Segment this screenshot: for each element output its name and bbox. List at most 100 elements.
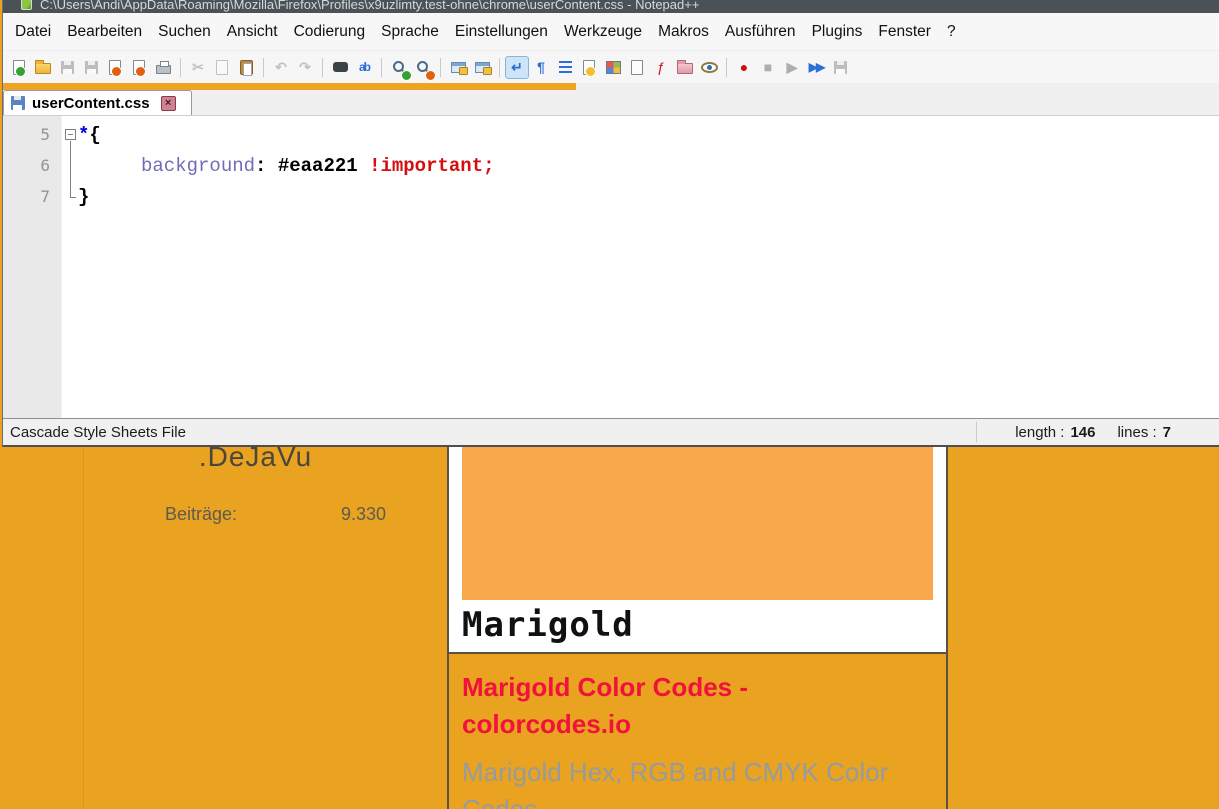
css-selector: * xyxy=(78,124,89,146)
toolbar-separator xyxy=(263,58,264,77)
status-separator xyxy=(976,422,977,442)
result-link-line2: colorcodes.io xyxy=(462,706,933,743)
css-hex-value: #eaa221 xyxy=(278,155,358,177)
save-macro-icon xyxy=(829,57,851,78)
toolbar-separator xyxy=(180,58,181,77)
lines-group: lines : 7 xyxy=(1117,424,1171,441)
toolbar-separator xyxy=(440,58,441,77)
function-list-icon[interactable]: ƒ xyxy=(650,57,672,78)
tab-close-icon[interactable]: × xyxy=(161,96,176,111)
code-area[interactable]: *{ background: #eaa221 !important; } xyxy=(78,116,1219,418)
paste-icon[interactable] xyxy=(235,57,257,78)
menu-plugins[interactable]: Plugins xyxy=(804,18,871,46)
menu-suchen[interactable]: Suchen xyxy=(150,18,219,46)
monitoring-icon[interactable] xyxy=(698,57,720,78)
code-line-5: *{ xyxy=(78,119,1219,150)
length-label: length : xyxy=(1015,424,1064,441)
tabbar-top-strip xyxy=(3,83,1219,90)
forum-posts-row: Beiträge: 9.330 xyxy=(165,504,386,525)
doctype-label: Cascade Style Sheets File xyxy=(10,424,186,441)
close-file-icon[interactable] xyxy=(104,57,126,78)
menu-einstellungen[interactable]: Einstellungen xyxy=(447,18,556,46)
menu-ausfuehren[interactable]: Ausführen xyxy=(717,18,804,46)
status-bar: Cascade Style Sheets File length : 146 l… xyxy=(3,418,1219,445)
folder-as-workspace-icon[interactable] xyxy=(674,57,696,78)
zoom-in-glyph xyxy=(393,61,404,72)
start-recording-icon[interactable]: ● xyxy=(733,57,755,78)
document-map-glyph xyxy=(606,61,621,74)
result-link-line1: Marigold Color Codes - xyxy=(462,669,933,706)
find-icon[interactable] xyxy=(329,57,351,78)
document-list-icon[interactable] xyxy=(626,57,648,78)
fold-guide-line xyxy=(70,141,71,197)
define-language-glyph xyxy=(583,60,595,75)
indent-guide-glyph xyxy=(559,61,572,73)
define-language-icon[interactable] xyxy=(578,57,600,78)
synchronize-horizontal-icon[interactable] xyxy=(471,57,493,78)
line-number: 6 xyxy=(3,150,61,181)
menu-bearbeiten[interactable]: Bearbeiten xyxy=(59,18,150,46)
menu-ansicht[interactable]: Ansicht xyxy=(219,18,286,46)
menu-datei[interactable]: Datei xyxy=(7,18,59,46)
menu-codierung[interactable]: Codierung xyxy=(286,18,374,46)
browser-page-background: .DeJaVu Beiträge: 9.330 Marigold Marigol… xyxy=(0,447,1219,809)
menu-sprache[interactable]: Sprache xyxy=(373,18,447,46)
status-bar-right: length : 146 lines : 7 xyxy=(976,422,1171,442)
close-all-glyph xyxy=(133,60,145,75)
search-result-preview: Marigold Marigold Color Codes - colorcod… xyxy=(447,447,948,809)
save-icon xyxy=(56,57,78,78)
zoom-out-icon[interactable] xyxy=(412,57,434,78)
document-map-icon[interactable] xyxy=(602,57,624,78)
open-brace: { xyxy=(89,124,100,146)
fold-end-mark xyxy=(70,197,76,198)
toolbar-separator xyxy=(381,58,382,77)
menu-fenster[interactable]: Fenster xyxy=(870,18,939,46)
line-number-margin: 5 6 7 xyxy=(3,116,61,418)
redo-icon: ↷ xyxy=(294,57,316,78)
result-description: Marigold Hex, RGB and CMYK Color Codes I… xyxy=(462,754,933,809)
css-property: background xyxy=(141,155,255,177)
cut-icon: ✂ xyxy=(187,57,209,78)
document-list-glyph xyxy=(631,60,643,75)
undo-icon: ↶ xyxy=(270,57,292,78)
print-icon[interactable] xyxy=(152,57,174,78)
menu-werkzeuge[interactable]: Werkzeuge xyxy=(556,18,650,46)
posts-label: Beiträge: xyxy=(165,504,237,525)
toolbar-separator xyxy=(322,58,323,77)
menu-hilfe[interactable]: ? xyxy=(939,18,964,46)
save-macro-glyph xyxy=(834,61,847,74)
menu-makros[interactable]: Makros xyxy=(650,18,717,46)
save-all-icon xyxy=(80,57,102,78)
paste-glyph xyxy=(240,60,253,75)
find-glyph xyxy=(333,62,348,72)
code-line-7: } xyxy=(78,181,1219,212)
fold-collapse-icon[interactable] xyxy=(65,129,76,140)
toolbar-separator xyxy=(726,58,727,77)
notepad-app-icon xyxy=(21,0,32,10)
save-all-glyph xyxy=(85,61,98,74)
new-file-icon[interactable] xyxy=(8,57,30,78)
indent-guide-icon[interactable] xyxy=(554,57,576,78)
page-column-divider xyxy=(83,447,84,809)
close-all-icon[interactable] xyxy=(128,57,150,78)
show-all-characters-icon[interactable]: ¶ xyxy=(530,57,552,78)
synchronize-vertical-icon[interactable] xyxy=(447,57,469,78)
code-line-6: background: #eaa221 !important; xyxy=(78,150,1219,181)
editor-area[interactable]: 5 6 7 *{ background: #eaa221 !important;… xyxy=(3,116,1219,418)
replace-icon[interactable]: ab xyxy=(353,57,375,78)
zoom-in-icon[interactable] xyxy=(388,57,410,78)
result-link[interactable]: Marigold Color Codes - colorcodes.io xyxy=(462,669,933,743)
close-brace: } xyxy=(78,186,89,208)
close-file-glyph xyxy=(109,60,121,75)
word-wrap-icon[interactable]: ↵ xyxy=(506,57,528,78)
length-group: length : 146 xyxy=(1015,424,1095,441)
tab-bar: userContent.css × xyxy=(3,90,1219,116)
run-macro-multiple-icon[interactable]: ▶▶ xyxy=(805,57,827,78)
open-file-icon[interactable] xyxy=(32,57,54,78)
result-link-section: Marigold Color Codes - colorcodes.io Mar… xyxy=(449,652,946,809)
tab-usercontent-css[interactable]: userContent.css × xyxy=(3,90,192,115)
monitoring-glyph xyxy=(701,62,718,73)
toolbar: ✂ ↶ ↷ ab ↵ ¶ ƒ ● ■ xyxy=(3,50,1219,83)
title-bar[interactable]: C:\Users\Andi\AppData\Roaming\Mozilla\Fi… xyxy=(3,0,1219,13)
colon: : xyxy=(255,155,278,177)
